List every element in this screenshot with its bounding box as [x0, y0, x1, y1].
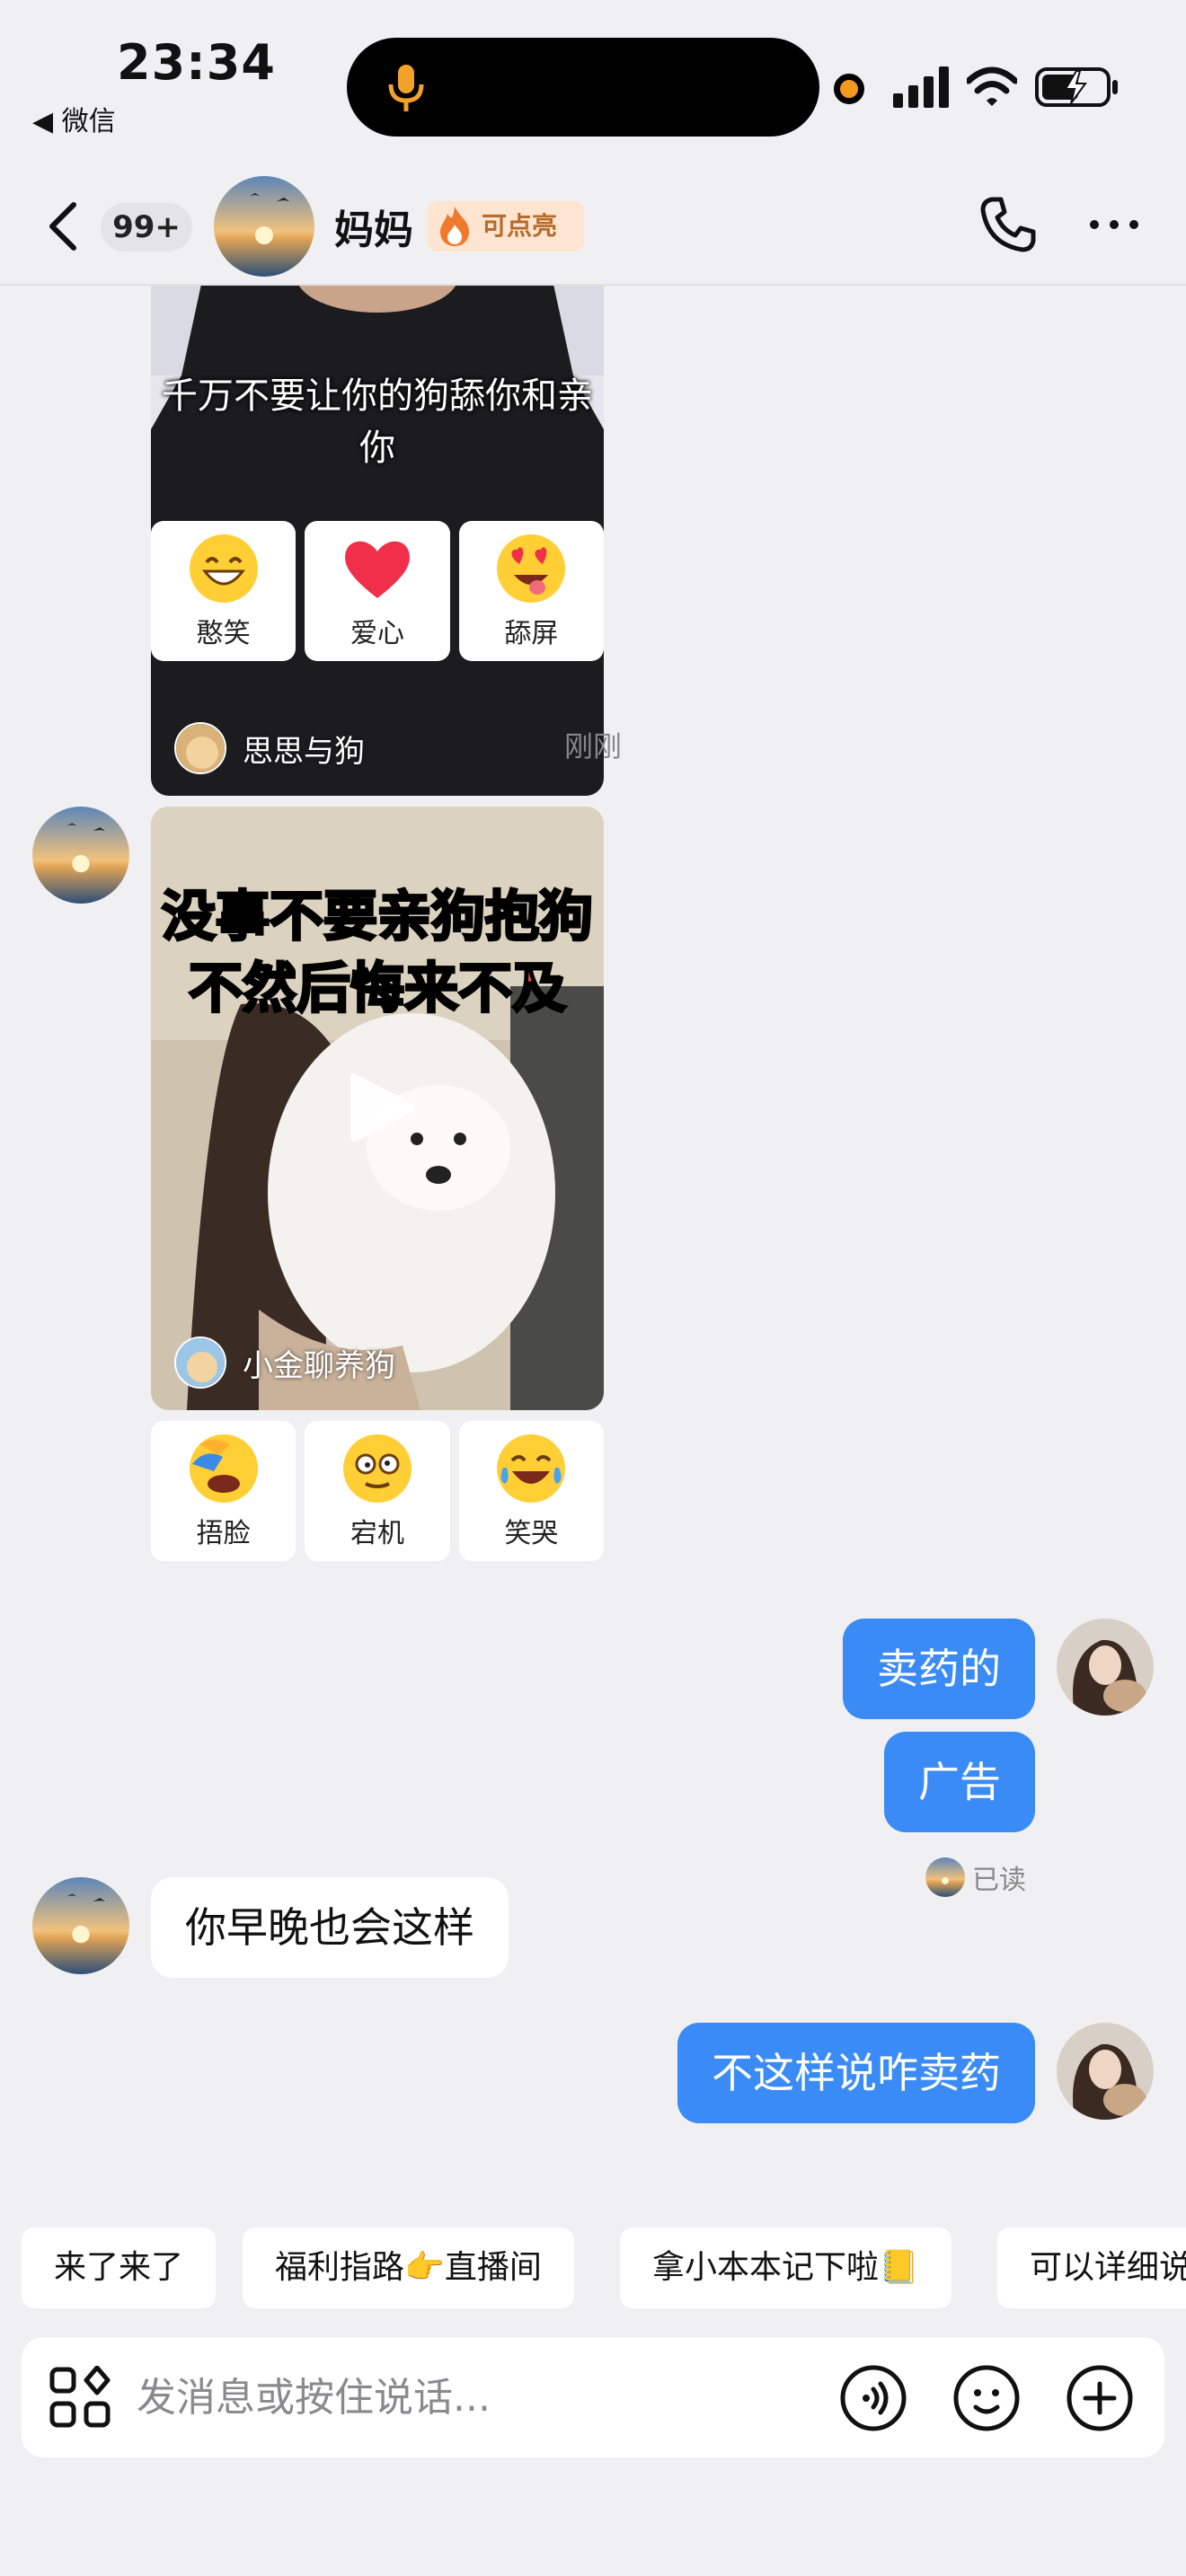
video-caption: 千万不要让你的狗舔你和亲你: [162, 375, 593, 469]
heart-eyes-emoji-icon: [497, 534, 566, 603]
cellular-signal-icon: [893, 66, 949, 108]
dazed-emoji-icon: [342, 1434, 412, 1503]
heart-emoji-icon: [345, 541, 410, 598]
quick-reply-chip[interactable]: 来了来了: [22, 2228, 217, 2308]
reaction-label: 舔屏: [504, 618, 559, 649]
quick-reply-chip[interactable]: 可以详细说: [997, 2228, 1186, 2308]
status-bar: 23:34 ◀ 微信: [0, 0, 1186, 162]
contact-message-avatar[interactable]: [32, 1877, 129, 1974]
back-to-wechat-link[interactable]: ◀ 微信: [32, 99, 116, 138]
reaction-facepalm[interactable]: 捂脸: [151, 1421, 296, 1561]
video-title-line2: 不然后悔来不及: [188, 957, 568, 1022]
read-receipt: 已读: [925, 1857, 1026, 1897]
facepalm-emoji-icon: [189, 1434, 258, 1503]
reaction-label: 宕机: [350, 1518, 404, 1549]
apps-grid-icon[interactable]: [49, 2366, 111, 2429]
chat-header: 99+ 妈妈 可点亮: [0, 162, 1186, 286]
reaction-label: 笑哭: [504, 1518, 559, 1549]
message-input-bar: [22, 2337, 1164, 2457]
spark-badge[interactable]: 可点亮: [428, 201, 585, 251]
contact-message-avatar[interactable]: [32, 807, 129, 904]
read-status-label: 已读: [972, 1865, 1026, 1896]
reaction-label: 捂脸: [196, 1518, 251, 1549]
laugh-cry-emoji-icon: [497, 1434, 566, 1503]
status-time: 23:34: [117, 34, 276, 91]
flame-icon: [440, 207, 469, 246]
outgoing-message[interactable]: 不这样说咋卖药: [677, 2023, 1035, 2123]
message-input[interactable]: [137, 2364, 819, 2430]
grin-emoji-icon: [189, 534, 258, 603]
reaction-row: 捂脸 宕机 笑哭: [151, 1421, 604, 1561]
more-options-icon[interactable]: [1087, 216, 1141, 234]
battery-charging-icon: [1035, 67, 1118, 107]
reaction-label: 憨笑: [196, 618, 251, 649]
author-name: 小金聊养狗: [243, 1347, 395, 1384]
time-divider: 刚刚: [563, 729, 622, 763]
reaction-row: 憨笑 爱心 舔屏: [151, 521, 604, 661]
shared-video-card[interactable]: 没事不要亲狗抱狗 不然后悔来不及 小金聊养狗: [151, 807, 604, 1410]
phone-call-icon[interactable]: [979, 196, 1037, 253]
reaction-dazed[interactable]: 宕机: [305, 1421, 450, 1561]
recording-dot-icon: [834, 74, 864, 104]
incoming-message[interactable]: 你早晚也会这样: [151, 1877, 509, 1978]
microphone-icon: [388, 65, 424, 111]
play-icon[interactable]: [350, 1071, 415, 1144]
quick-reply-chip[interactable]: 拿小本本记下啦📒: [620, 2228, 951, 2308]
reaction-label: 爱心: [350, 618, 404, 649]
wifi-icon: [967, 66, 1017, 106]
spark-label: 可点亮: [482, 211, 558, 241]
reader-avatar: [925, 1857, 965, 1897]
my-avatar[interactable]: [1057, 1619, 1154, 1716]
reaction-heart[interactable]: 爱心: [305, 521, 450, 661]
my-avatar[interactable]: [1057, 2023, 1154, 2120]
reaction-grin[interactable]: 憨笑: [151, 521, 296, 661]
author-avatar: [174, 1337, 226, 1389]
voice-input-icon[interactable]: [839, 2364, 907, 2432]
quick-reply-chip[interactable]: 福利指路👉直播间: [243, 2228, 574, 2308]
reaction-lick-screen[interactable]: 舔屏: [458, 521, 604, 661]
outgoing-message[interactable]: 卖药的: [843, 1619, 1035, 1719]
video-title-line1: 没事不要亲狗抱狗: [161, 885, 595, 950]
contact-avatar[interactable]: [214, 176, 314, 277]
message-list[interactable]: 千万不要让你的狗舔你和亲你 思思与狗 憨笑 爱心 舔屏 刚刚 没事不要亲狗抱狗 …: [0, 286, 1186, 2217]
quick-reply-bar: 来了来了 福利指路👉直播间 拿小本本记下啦📒 可以详细说: [0, 2228, 1186, 2310]
unread-count-badge[interactable]: 99+: [101, 203, 192, 251]
add-more-icon[interactable]: [1066, 2364, 1134, 2432]
emoji-picker-icon[interactable]: [952, 2364, 1021, 2432]
outgoing-message[interactable]: 广告: [884, 1732, 1035, 1832]
dynamic-island: [347, 38, 819, 137]
contact-name[interactable]: 妈妈: [334, 198, 413, 255]
reaction-laugh-cry[interactable]: 笑哭: [458, 1421, 604, 1561]
home-indicator: [0, 2522, 1186, 2576]
video-author: 小金聊养狗: [174, 1337, 395, 1389]
back-arrow-icon[interactable]: [43, 199, 83, 253]
